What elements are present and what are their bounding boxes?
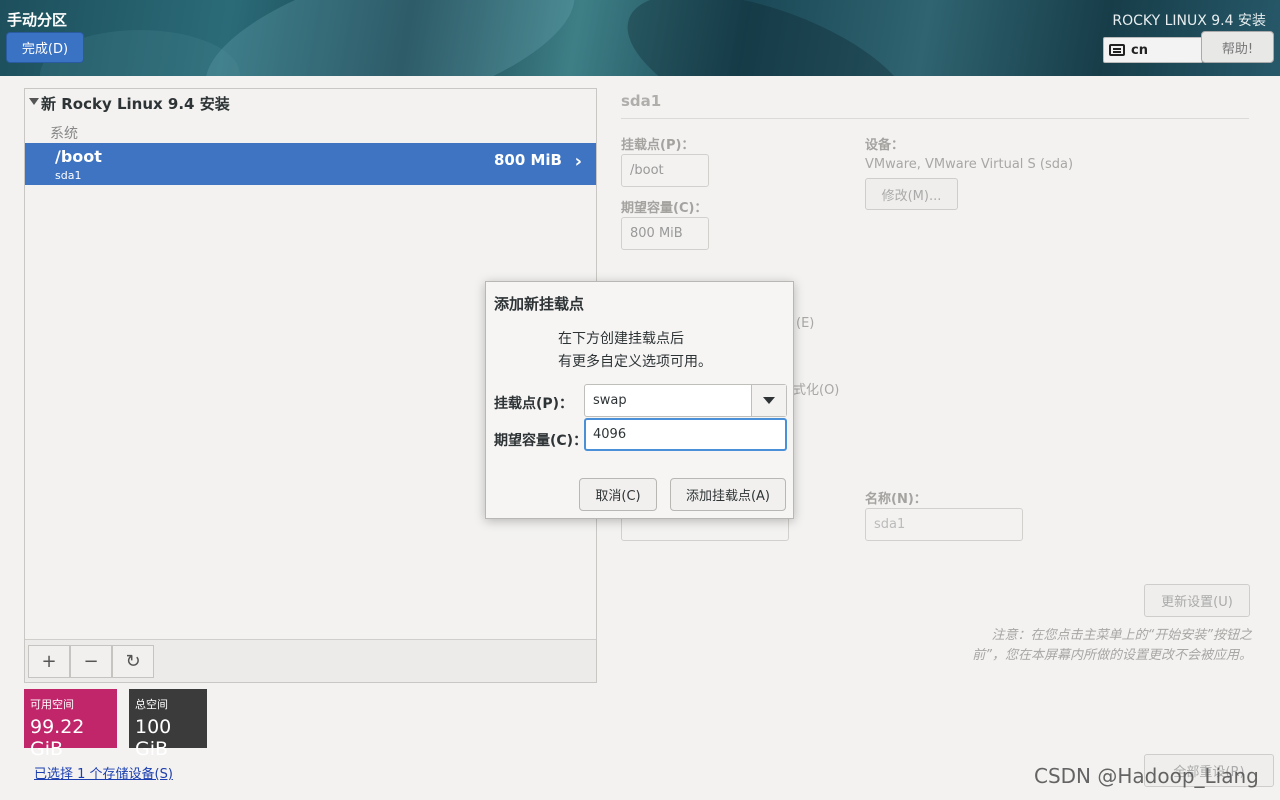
dialog-capacity-label: 期望容量(C)：: [494, 433, 588, 449]
expander-triangle-icon[interactable]: [29, 98, 39, 105]
total-space-label: 总空间: [135, 698, 168, 711]
partition-toolbar: + − ↻: [25, 639, 596, 682]
keyboard-layout-indicator[interactable]: cn: [1103, 37, 1203, 63]
add-mount-point-button[interactable]: 添加挂载点(A): [670, 478, 786, 511]
partition-device: sda1: [55, 169, 82, 182]
modify-device-button[interactable]: 修改(M)...: [865, 178, 958, 210]
page-title: 手动分区: [7, 11, 68, 29]
chevron-down-icon: [763, 397, 775, 404]
desired-capacity-input[interactable]: [584, 418, 787, 451]
capacity-label: 期望容量(C)：: [621, 201, 708, 216]
add-mount-point-dialog: 添加新挂载点 在下方创建挂载点后 有更多自定义选项可用。 挂载点(P)： swa…: [485, 281, 794, 519]
header-bar: 手动分区 完成(D) ROCKY LINUX 9.4 安装 cn 帮助!: [0, 0, 1280, 76]
keyboard-icon: [1109, 44, 1125, 56]
remove-partition-button[interactable]: −: [70, 645, 112, 678]
divider: [621, 118, 1249, 119]
mount-point-label: 挂载点(P)：: [621, 138, 695, 153]
capacity-field[interactable]: 800 MiB: [621, 217, 709, 250]
refresh-button[interactable]: ↻: [112, 645, 154, 678]
product-title: ROCKY LINUX 9.4 安装: [1112, 13, 1266, 29]
note-text: 注意：在您点击主菜单上的“开始安装”按钮之前”，您在本屏幕内所做的设置更改不会被…: [972, 628, 1252, 663]
mount-point-combo-value[interactable]: swap: [585, 385, 751, 416]
mount-point-combobox[interactable]: swap: [584, 384, 787, 417]
partition-detail-title: sda1: [621, 92, 662, 110]
chevron-right-icon: ›: [574, 151, 582, 172]
cancel-button[interactable]: 取消(C): [579, 478, 657, 511]
partition-row-boot[interactable]: /boot sda1 800 MiB ›: [25, 143, 596, 185]
watermark-text: CSDN @Hadoop_Liang: [1034, 764, 1259, 788]
device-label: 设备：: [865, 138, 905, 153]
partition-mount: /boot: [55, 147, 102, 166]
available-space-value: 99.22 GiB: [30, 716, 85, 760]
help-button[interactable]: 帮助!: [1201, 31, 1274, 63]
available-space-label: 可用空间: [30, 698, 74, 711]
keyboard-layout-label: cn: [1131, 42, 1148, 58]
dialog-info-line2: 有更多自定义选项可用。: [558, 354, 712, 370]
dialog-info-line1: 在下方创建挂载点后: [558, 331, 684, 347]
name-label: 名称(N)：: [865, 492, 927, 507]
system-group-label: 系统: [50, 126, 78, 142]
add-partition-button[interactable]: +: [28, 645, 70, 678]
combo-dropdown-button[interactable]: [751, 385, 786, 416]
mount-point-field[interactable]: /boot: [621, 154, 709, 187]
dialog-mount-label: 挂载点(P)：: [494, 396, 574, 412]
done-button[interactable]: 完成(D): [6, 32, 84, 63]
available-space-box: 可用空间 99.22 GiB: [24, 689, 117, 760]
format-option-partial[interactable]: 式化(O): [793, 379, 839, 398]
storage-devices-link[interactable]: 已选择 1 个存储设备(S): [34, 763, 173, 782]
install-group-title[interactable]: 新 Rocky Linux 9.4 安装: [41, 93, 230, 114]
device-value: VMware, VMware Virtual S (sda): [865, 157, 1074, 172]
encrypt-option-partial[interactable]: (E): [796, 316, 814, 331]
dialog-info: 在下方创建挂载点后 有更多自定义选项可用。: [558, 328, 712, 374]
name-field[interactable]: sda1: [865, 508, 1023, 541]
update-settings-button[interactable]: 更新设置(U): [1144, 584, 1250, 617]
total-space-box: 总空间 100 GiB: [129, 689, 207, 760]
partition-size: 800 MiB: [493, 151, 562, 169]
dialog-title: 添加新挂载点: [494, 295, 585, 313]
total-space-value: 100 GiB: [135, 716, 172, 760]
